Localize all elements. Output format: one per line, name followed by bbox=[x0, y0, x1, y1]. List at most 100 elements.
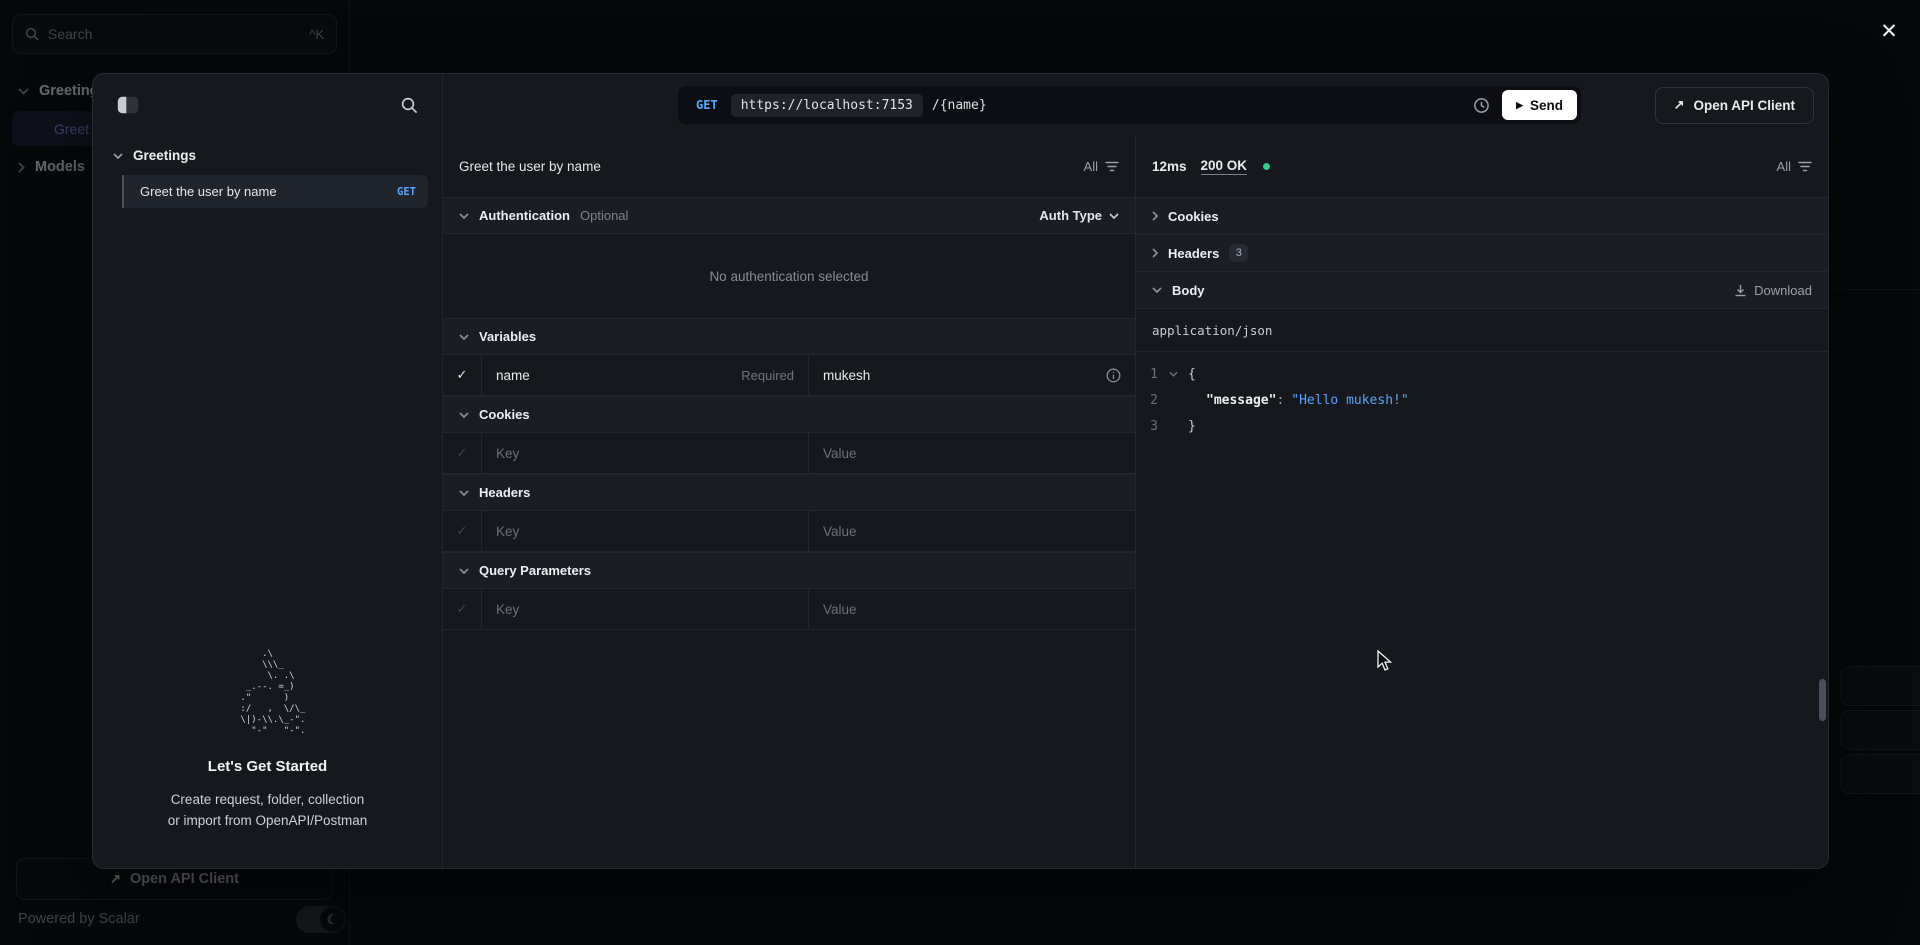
response-headers-title: Headers bbox=[1168, 246, 1219, 261]
key-input[interactable]: Key bbox=[496, 446, 519, 461]
url-path[interactable]: /{name} bbox=[932, 98, 987, 113]
send-button[interactable]: ▶ Send bbox=[1502, 90, 1577, 120]
response-status[interactable]: 200 OK bbox=[1201, 158, 1248, 175]
variable-row: ✓ name Required mukesh bbox=[443, 355, 1135, 396]
status-ok-dot bbox=[1263, 163, 1270, 170]
chevron-down-icon bbox=[113, 153, 123, 159]
response-body-section[interactable]: Body Download bbox=[1136, 271, 1828, 308]
header-row-empty: ✓ Key Value bbox=[443, 511, 1135, 552]
screen: { "colors": { "accent_blue": "#58a6ff", … bbox=[0, 0, 1920, 945]
chevron-down-icon bbox=[459, 568, 469, 574]
cookie-row-empty: ✓ Key Value bbox=[443, 433, 1135, 474]
get-started-description: Create request, folder, collection or im… bbox=[93, 789, 442, 832]
sidebar-item-label: Greet the user by name bbox=[140, 184, 389, 199]
filter-icon bbox=[1798, 161, 1812, 172]
chevron-right-icon bbox=[1152, 248, 1158, 258]
sidebar-group-label: Greetings bbox=[133, 148, 196, 163]
response-cookies-section[interactable]: Cookies bbox=[1136, 197, 1828, 234]
history-icon[interactable] bbox=[1473, 97, 1490, 114]
sidebar-item-greet-request[interactable]: Greet the user by name GET bbox=[122, 175, 428, 208]
mouse-cursor bbox=[1376, 650, 1396, 672]
cookies-section-header[interactable]: Cookies bbox=[443, 396, 1135, 433]
response-filter-button[interactable]: All bbox=[1777, 159, 1812, 174]
row-enabled-checkbox[interactable]: ✓ bbox=[443, 355, 482, 395]
row-enabled-checkbox[interactable]: ✓ bbox=[443, 433, 482, 473]
response-content-type: application/json bbox=[1136, 308, 1828, 352]
request-title: Greet the user by name bbox=[459, 159, 601, 174]
get-started-line1: Create request, folder, collection bbox=[171, 792, 365, 807]
response-time: 12ms bbox=[1152, 159, 1187, 174]
key-input[interactable]: Key bbox=[496, 524, 519, 539]
method-badge: GET bbox=[678, 98, 731, 112]
response-body-title: Body bbox=[1172, 283, 1205, 298]
response-body-code: 1 { 2 "message":"Hello mukesh!" bbox=[1136, 352, 1828, 439]
address-bar[interactable]: GET https://localhost:7153 /{name} ▶ Sen… bbox=[678, 86, 1581, 124]
row-enabled-checkbox[interactable]: ✓ bbox=[443, 511, 482, 551]
fold-chevron-icon[interactable] bbox=[1158, 371, 1188, 377]
code-line: 2 "message":"Hello mukesh!" bbox=[1136, 387, 1828, 413]
headers-title: Headers bbox=[479, 485, 530, 500]
method-badge: GET bbox=[397, 186, 416, 198]
query-param-row-empty: ✓ Key Value bbox=[443, 589, 1135, 630]
chevron-down-icon bbox=[1109, 213, 1119, 219]
variables-title: Variables bbox=[479, 329, 536, 344]
chevron-down-icon bbox=[459, 490, 469, 496]
headers-count-badge: 3 bbox=[1229, 244, 1248, 262]
download-icon bbox=[1734, 284, 1747, 297]
line-number: 1 bbox=[1136, 367, 1158, 382]
base-url-pill[interactable]: https://localhost:7153 bbox=[731, 94, 923, 117]
headers-section-header[interactable]: Headers bbox=[443, 474, 1135, 511]
required-badge: Required bbox=[741, 368, 794, 383]
filter-label: All bbox=[1084, 159, 1098, 174]
row-enabled-checkbox[interactable]: ✓ bbox=[443, 589, 482, 629]
cookies-title: Cookies bbox=[479, 407, 530, 422]
key-input[interactable]: Key bbox=[496, 602, 519, 617]
line-number: 3 bbox=[1136, 419, 1158, 434]
scrollbar-thumb[interactable] bbox=[1819, 679, 1826, 721]
response-panel: 12ms 200 OK All Cookies bbox=[1136, 136, 1828, 868]
json-string-value: "Hello mukesh!" bbox=[1291, 393, 1408, 408]
response-headers-section[interactable]: Headers 3 bbox=[1136, 234, 1828, 271]
address-bar-row: GET https://localhost:7153 /{name} ▶ Sen… bbox=[443, 74, 1828, 136]
open-api-client-label: Open API Client bbox=[1693, 98, 1795, 113]
filter-label: All bbox=[1777, 159, 1791, 174]
auth-type-dropdown[interactable]: Auth Type bbox=[1039, 208, 1119, 223]
get-started-title: Let's Get Started bbox=[93, 758, 442, 775]
chevron-down-icon bbox=[1152, 287, 1162, 293]
query-parameters-title: Query Parameters bbox=[479, 563, 591, 578]
get-started-line2: or import from OpenAPI/Postman bbox=[168, 813, 368, 828]
auth-type-label: Auth Type bbox=[1039, 208, 1102, 223]
code-line: 1 { bbox=[1136, 361, 1828, 387]
send-label: Send bbox=[1530, 98, 1563, 113]
value-input[interactable]: Value bbox=[823, 524, 857, 539]
download-label: Download bbox=[1754, 283, 1812, 298]
chevron-down-icon bbox=[459, 412, 469, 418]
json-separator: : bbox=[1276, 393, 1284, 408]
api-client-modal: Greetings Greet the user by name GET .\ … bbox=[92, 73, 1829, 869]
ascii-rabbit-art: .\ \\\_ \. .\ _.--. =_) ." ) :/ , \/\_ \… bbox=[230, 649, 306, 737]
variable-value-input[interactable]: mukesh bbox=[823, 368, 870, 383]
chevron-right-icon bbox=[1152, 211, 1158, 221]
code-text: { bbox=[1188, 367, 1196, 382]
sidebar-group-greetings[interactable]: Greetings bbox=[93, 136, 442, 173]
query-parameters-section-header[interactable]: Query Parameters bbox=[443, 552, 1135, 589]
value-input[interactable]: Value bbox=[823, 602, 857, 617]
open-api-client-button[interactable]: ↗ Open API Client bbox=[1655, 87, 1814, 124]
value-input[interactable]: Value bbox=[823, 446, 857, 461]
download-button[interactable]: Download bbox=[1734, 283, 1812, 298]
chevron-down-icon bbox=[459, 213, 469, 219]
chevron-down-icon bbox=[459, 334, 469, 340]
filter-icon bbox=[1105, 161, 1119, 172]
variable-key-input[interactable]: name bbox=[496, 368, 530, 383]
variables-section-header[interactable]: Variables bbox=[443, 318, 1135, 355]
code-line: 3 } bbox=[1136, 413, 1828, 439]
sidebar-toggle-icon[interactable] bbox=[117, 96, 139, 114]
info-icon[interactable] bbox=[1106, 368, 1121, 383]
request-filter-button[interactable]: All bbox=[1084, 159, 1119, 174]
authentication-section-header[interactable]: Authentication Optional Auth Type bbox=[443, 197, 1135, 234]
external-link-icon: ↗ bbox=[1674, 97, 1685, 113]
authentication-title: Authentication bbox=[479, 208, 570, 223]
search-icon[interactable] bbox=[401, 97, 418, 114]
modal-sidebar: Greetings Greet the user by name GET .\ … bbox=[93, 74, 443, 868]
close-icon[interactable]: ✕ bbox=[1874, 16, 1904, 46]
